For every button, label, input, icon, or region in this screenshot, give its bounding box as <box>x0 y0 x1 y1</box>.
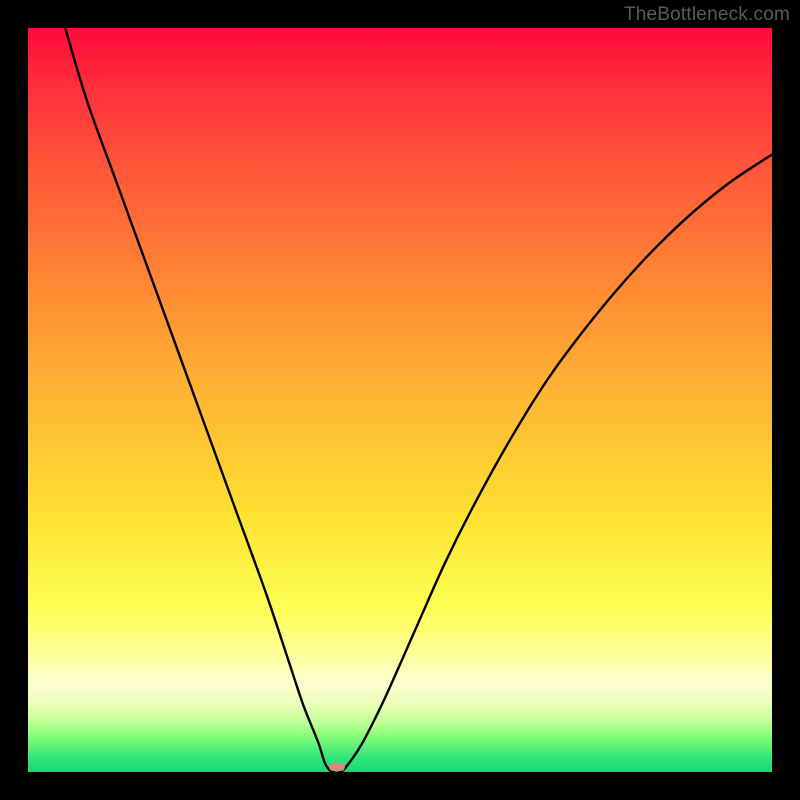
plot-area <box>28 28 772 772</box>
minimum-marker <box>329 763 345 771</box>
chart-frame: TheBottleneck.com <box>0 0 800 800</box>
watermark-text: TheBottleneck.com <box>624 4 790 26</box>
bottleneck-curve <box>28 28 772 772</box>
